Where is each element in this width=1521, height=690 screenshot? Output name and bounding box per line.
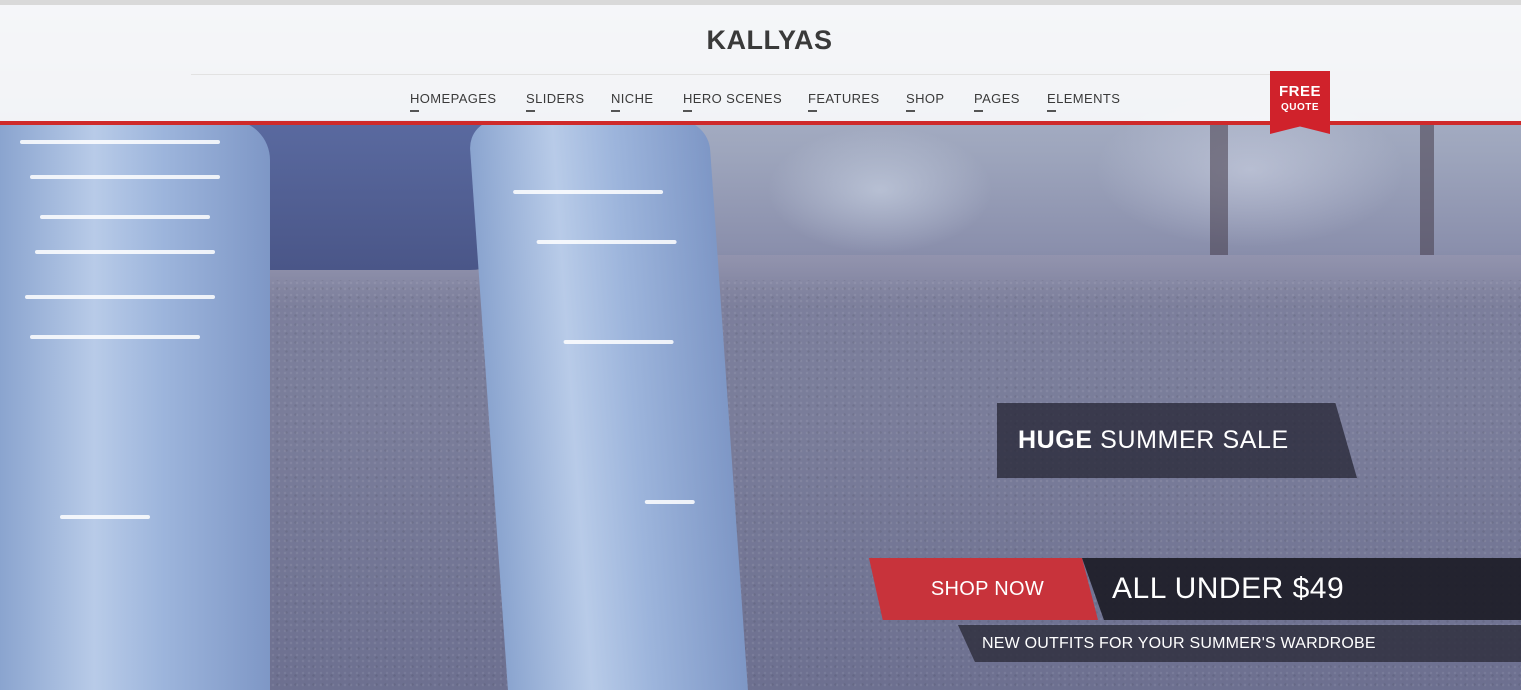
nav-item-hero-scenes[interactable]: HERO SCENES bbox=[683, 91, 782, 112]
quote-button-line2: QUOTE bbox=[1280, 102, 1320, 113]
background-post bbox=[1210, 125, 1228, 255]
nav-item-features[interactable]: FEATURES bbox=[808, 91, 880, 112]
site-logo[interactable]: KALLYAS bbox=[0, 25, 1521, 56]
right-jeans-leg bbox=[468, 120, 748, 690]
nav-item-shop[interactable]: SHOP bbox=[906, 91, 944, 112]
nav-item-sliders[interactable]: SLIDERS bbox=[526, 91, 584, 112]
sale-headline: HUGE SUMMER SALE bbox=[1018, 426, 1289, 455]
quote-button-line1: FREE bbox=[1278, 83, 1321, 100]
logo-text[interactable]: KALLYAS bbox=[688, 25, 832, 55]
sale-headline-bold: HUGE bbox=[1018, 426, 1093, 454]
price-caption: ALL UNDER $49 bbox=[1082, 558, 1521, 620]
free-quote-button[interactable]: FREE QUOTE bbox=[1270, 71, 1330, 134]
header-divider bbox=[191, 74, 1330, 75]
sale-headline-rest: SUMMER SALE bbox=[1092, 426, 1289, 454]
nav-item-niche[interactable]: NICHE bbox=[611, 91, 653, 112]
left-jeans-leg bbox=[0, 120, 270, 690]
background-post bbox=[1420, 125, 1434, 255]
wardrobe-caption: NEW OUTFITS FOR YOUR SUMMER'S WARDROBE bbox=[958, 625, 1521, 662]
sale-headline-box: HUGE SUMMER SALE bbox=[997, 403, 1357, 478]
nav-item-homepages[interactable]: HOMEPAGES bbox=[410, 91, 496, 112]
shop-now-button[interactable]: SHOP NOW bbox=[869, 558, 1098, 620]
nav-item-pages[interactable]: PAGES bbox=[974, 91, 1020, 112]
nav-item-elements[interactable]: ELEMENTS bbox=[1047, 91, 1120, 112]
